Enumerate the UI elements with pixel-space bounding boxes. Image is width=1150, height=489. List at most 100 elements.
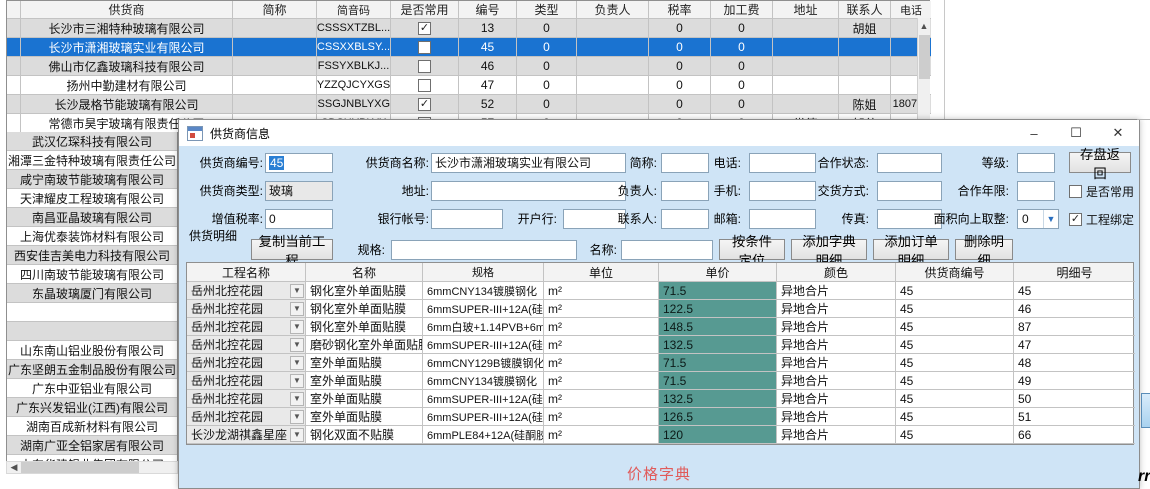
supplier-list-item[interactable]: 广东兴发铝业(江西)有限公司	[7, 398, 177, 417]
chevron-down-icon[interactable]: ▼	[1043, 210, 1058, 228]
column-header[interactable]: 编号	[459, 1, 517, 19]
maximize-button[interactable]: ☐	[1055, 120, 1097, 146]
delivery-input[interactable]	[877, 181, 942, 201]
supplier-list-item[interactable]: 广东坚朗五金制品股份有限公司	[7, 360, 177, 379]
detail-grid-row[interactable]: 岳州北控花园▼室外单面贴膜6mmCNY134镀膜钢化m²71.5异地合片4549	[187, 372, 1133, 390]
supplier-list-item[interactable]: 四川南玻节能玻璃有限公司	[7, 265, 177, 284]
detail-grid-row[interactable]: 岳州北控花园▼钢化室外单面贴膜6mmCNY134镀膜钢化m²71.5异地合片45…	[187, 282, 1133, 300]
chevron-down-icon[interactable]: ▼	[290, 392, 304, 406]
project-combobox[interactable]: 岳州北控花园▼	[187, 318, 305, 335]
chevron-down-icon[interactable]: ▼	[290, 374, 304, 388]
column-header[interactable]: 名称	[306, 263, 423, 282]
chevron-down-icon[interactable]: ▼	[290, 320, 304, 334]
contact-input[interactable]	[661, 209, 709, 229]
column-header[interactable]: 联系人	[839, 1, 891, 19]
project-combobox[interactable]: 长沙龙湖祺鑫星座▼	[187, 426, 305, 443]
project-combobox[interactable]: 岳州北控花园▼	[187, 336, 305, 353]
close-button[interactable]: ✕	[1097, 120, 1139, 146]
row-selector[interactable]	[7, 19, 21, 38]
supplier-table-row[interactable]: 长沙晟格节能玻璃有限公司CSSGJNBLYXGS52000陈姐180751	[7, 95, 929, 114]
supplier-list-item[interactable]: 上海优泰装饰材料有限公司	[7, 227, 177, 246]
checkbox-icon[interactable]	[1069, 213, 1082, 226]
chevron-down-icon[interactable]: ▼	[290, 410, 304, 424]
delete-detail-button[interactable]: 删除明细	[955, 239, 1013, 260]
checkbox-icon[interactable]	[1069, 185, 1082, 198]
checkbox-icon[interactable]	[418, 79, 431, 92]
project-combobox[interactable]: 岳州北控花园▼	[187, 372, 305, 389]
column-header[interactable]: 加工费	[711, 1, 773, 19]
row-selector[interactable]	[7, 38, 21, 57]
column-header[interactable]: 地址	[773, 1, 839, 19]
column-header[interactable]: 工程名称	[187, 263, 306, 282]
minimize-button[interactable]: –	[1013, 120, 1055, 146]
column-header[interactable]: 单价	[659, 263, 777, 282]
supplier-list-item[interactable]: 咸宁南玻节能玻璃有限公司	[7, 170, 177, 189]
supplier-name-input[interactable]: 长沙市潇湘玻璃实业有限公司	[431, 153, 626, 173]
save-return-button[interactable]: 存盘返回	[1069, 152, 1131, 173]
detail-grid-row[interactable]: 岳州北控花园▼室外单面贴膜6mmSUPER-III+12A(硅...m²126.…	[187, 408, 1133, 426]
checkbox-icon[interactable]	[418, 41, 431, 54]
project-bind-checkbox[interactable]: 工程绑定	[1069, 209, 1134, 229]
supplier-table-row[interactable]: 佛山市亿鑫玻璃科技有限公司FSSYXBLKJ...46000	[7, 57, 929, 76]
detail-grid-row[interactable]: 长沙龙湖祺鑫星座▼钢化双面不贴膜6mmPLE84+12A(硅酮胶...m²120…	[187, 426, 1133, 444]
checkbox-icon[interactable]	[418, 22, 431, 35]
coop-years-input[interactable]	[1017, 181, 1055, 201]
abbr-input[interactable]	[661, 153, 709, 173]
column-header[interactable]: 简称	[233, 1, 317, 19]
column-header[interactable]: 电话	[891, 1, 931, 19]
detail-grid-row[interactable]: 岳州北控花园▼钢化室外单面贴膜6mmSUPER-III+12A(硅...m²12…	[187, 300, 1133, 318]
leader-input[interactable]	[661, 181, 709, 201]
supplier-list-item[interactable]	[7, 322, 177, 341]
column-header[interactable]: 供货商编号	[896, 263, 1014, 282]
locate-by-condition-button[interactable]: 按条件定位	[719, 239, 785, 260]
column-header[interactable]: 明细号	[1014, 263, 1135, 282]
checkbox-icon[interactable]	[418, 98, 431, 111]
add-order-detail-button[interactable]: 添加订单明细	[873, 239, 949, 260]
column-header[interactable]: 是否常用	[391, 1, 459, 19]
chevron-down-icon[interactable]: ▼	[290, 428, 304, 442]
spec-filter-input[interactable]	[391, 240, 577, 260]
supplier-table-row[interactable]: 长沙市潇湘玻璃实业有限公司CSSXXBLSY...45000	[7, 38, 929, 57]
project-combobox[interactable]: 岳州北控花园▼	[187, 408, 305, 425]
supplier-list-item[interactable]: 山东南山铝业股份有限公司	[7, 341, 177, 360]
supplier-table-vertical-scrollbar[interactable]: ▲	[917, 18, 930, 119]
detail-grid-row[interactable]: 岳州北控花园▼室外单面贴膜6mmCNY129B镀膜钢化m²71.5异地合片454…	[187, 354, 1133, 372]
column-header[interactable]: 简音码	[317, 1, 391, 19]
address-input[interactable]	[431, 181, 626, 201]
column-header[interactable]: 颜色	[777, 263, 896, 282]
checkbox-icon[interactable]	[418, 60, 431, 73]
row-selector[interactable]	[7, 57, 21, 76]
supplier-table-row[interactable]: 长沙市三湘特种玻璃有限公司CSSSXTZBL...13000胡姐	[7, 19, 929, 38]
dialog-titlebar[interactable]: 供货商信息 – ☐ ✕	[179, 120, 1139, 146]
scroll-left-icon[interactable]: ◀	[7, 462, 21, 473]
project-combobox[interactable]: 岳州北控花园▼	[187, 354, 305, 371]
column-header[interactable]: 类型	[517, 1, 577, 19]
column-header[interactable]: 单位	[544, 263, 659, 282]
common-use-checkbox[interactable]: 是否常用	[1069, 181, 1134, 201]
project-combobox[interactable]: 岳州北控花园▼	[187, 300, 305, 317]
bank-account-input[interactable]	[431, 209, 503, 229]
column-header[interactable]: 供货商	[21, 1, 233, 19]
project-combobox[interactable]: 岳州北控花园▼	[187, 390, 305, 407]
name-filter-input[interactable]	[621, 240, 713, 260]
supplier-list-item[interactable]: 湘潭三金特种玻璃有限责任公司	[7, 151, 177, 170]
scrollbar-thumb[interactable]	[21, 462, 139, 473]
row-selector[interactable]	[7, 76, 21, 95]
row-selector[interactable]	[7, 95, 21, 114]
column-header[interactable]: 税率	[649, 1, 711, 19]
supplier-list-item[interactable]: 武汉亿琛科技有限公司	[7, 132, 177, 151]
scroll-up-icon[interactable]: ▲	[918, 18, 930, 33]
column-header[interactable]: 负责人	[577, 1, 649, 19]
supplier-type-input[interactable]: 玻璃	[265, 181, 333, 201]
supplier-list-item[interactable]: 湖南百成新材料有限公司	[7, 417, 177, 436]
supplier-list-item[interactable]: 湖南广亚全铝家居有限公司	[7, 436, 177, 455]
project-combobox[interactable]: 岳州北控花园▼	[187, 282, 305, 299]
chevron-down-icon[interactable]: ▼	[290, 302, 304, 316]
scrollbar-thumb[interactable]	[919, 35, 930, 79]
chevron-down-icon[interactable]: ▼	[290, 356, 304, 370]
supplier-no-input[interactable]: 45	[265, 153, 333, 173]
supplier-list-item[interactable]: 东晶玻璃厦门有限公司	[7, 284, 177, 303]
row-selector[interactable]	[7, 114, 21, 133]
supplier-table-row[interactable]: 扬州中勤建材有限公司YZZQJCYXGS47000	[7, 76, 929, 95]
supplier-list-item[interactable]: 广东中亚铝业有限公司	[7, 379, 177, 398]
